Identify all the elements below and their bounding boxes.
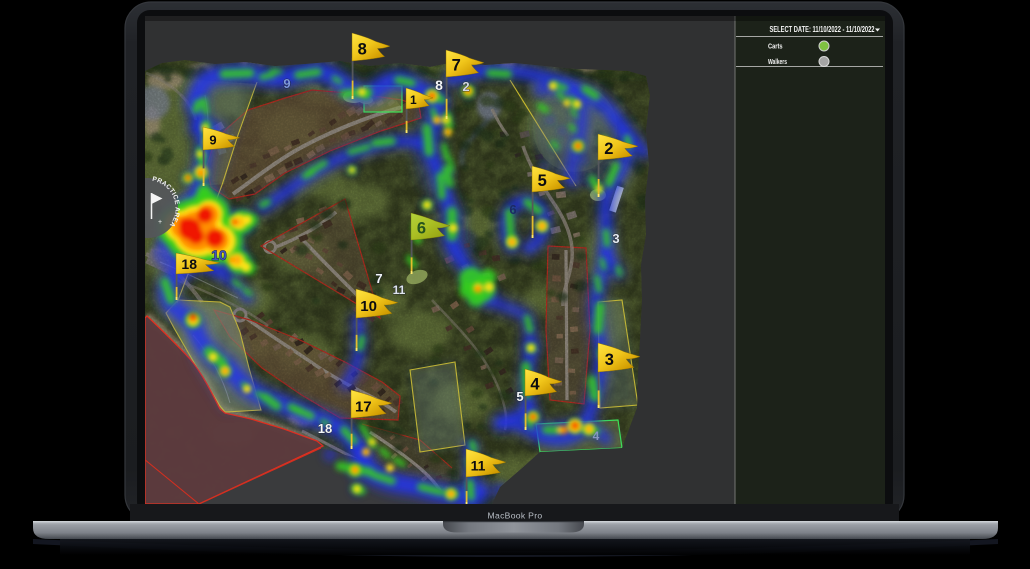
svg-text:18: 18: [181, 256, 197, 272]
svg-text:+: +: [158, 219, 162, 226]
svg-text:7: 7: [375, 271, 382, 286]
svg-text:3: 3: [605, 351, 614, 369]
svg-text:8: 8: [358, 40, 367, 58]
svg-text:Carts: Carts: [768, 44, 783, 51]
svg-text:4: 4: [530, 376, 540, 394]
svg-text:2: 2: [462, 79, 469, 94]
svg-text:9: 9: [283, 76, 290, 91]
svg-text:4: 4: [593, 429, 600, 443]
svg-text:8: 8: [435, 77, 443, 93]
svg-text:7: 7: [452, 57, 461, 75]
svg-text:2: 2: [604, 140, 613, 158]
svg-text:6: 6: [509, 202, 516, 217]
svg-text:10: 10: [360, 298, 377, 315]
svg-text:MacBook Pro: MacBook Pro: [488, 511, 543, 521]
svg-text:3: 3: [612, 231, 619, 246]
svg-text:5: 5: [516, 389, 523, 404]
svg-text:5: 5: [538, 172, 547, 190]
svg-text:11: 11: [393, 283, 406, 297]
svg-text:18: 18: [318, 421, 332, 436]
svg-text:1: 1: [410, 93, 417, 107]
svg-text:SELECT DATE: 11/10/2022 - 11/1: SELECT DATE: 11/10/2022 - 11/10/2022: [770, 25, 875, 34]
svg-text:17: 17: [355, 398, 372, 415]
svg-text:10: 10: [211, 247, 227, 263]
svg-text:Walkers: Walkers: [768, 59, 787, 66]
svg-text:9: 9: [209, 132, 216, 147]
svg-text:11: 11: [471, 457, 486, 473]
